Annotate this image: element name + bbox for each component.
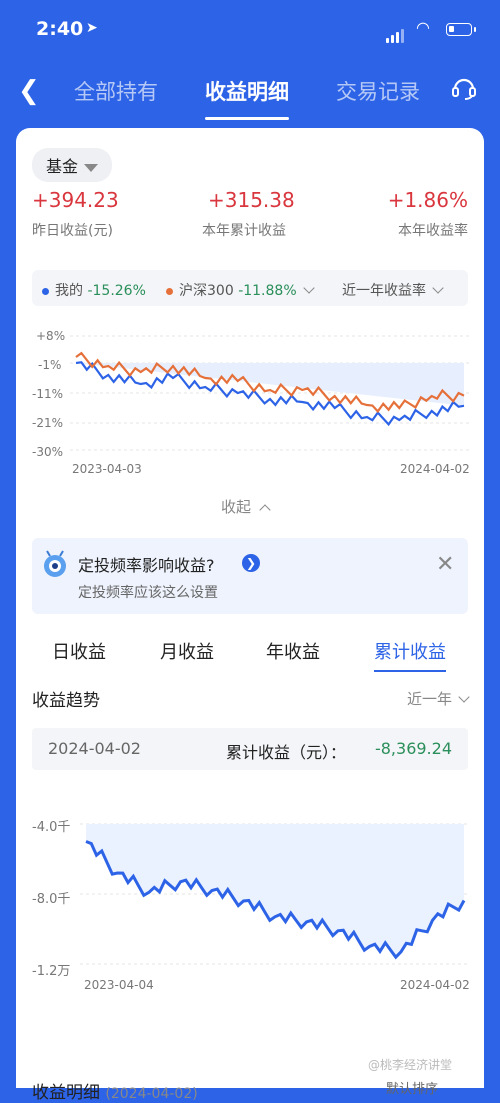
y-tick: -4.0千 [32,820,71,835]
mine-label: 我的 [55,283,83,299]
yesterday-income-value: +394.23 [32,188,119,212]
chevron-down-icon [458,691,470,703]
return-compare-chart[interactable] [70,328,470,458]
ytd-return-label: 本年收益率 [398,223,468,239]
back-button[interactable]: ❮ [18,76,40,106]
bench-label: 沪深300 [179,283,234,299]
trend-title: 收益趋势 [32,691,100,711]
arrow-right-icon[interactable]: ❯ [242,554,260,572]
y-tick: -1.2万 [32,964,71,979]
y-tick: -8.0千 [32,892,71,907]
tab-cumulative[interactable]: 累计收益 [374,638,446,672]
x-tick-start: 2023-04-03 [72,462,142,476]
y-tick: -1% [38,358,62,372]
chevron-up-icon [259,504,271,516]
close-icon[interactable]: ✕ [436,552,454,577]
period-return-selector[interactable]: 近一年收益率 [342,280,444,300]
watermark: @桃李经济讲堂 [368,1058,453,1072]
bench-dot-icon [166,287,173,295]
collapse-button[interactable]: 收起 [221,496,271,517]
mine-value: -15.26% [87,283,146,299]
trend-range-label: 近一年 [406,690,452,708]
period-return-label: 近一年收益率 [342,283,426,299]
banner-title: 定投频率影响收益? [78,556,215,575]
tooltip-box: 2024-04-02 累计收益（元）： -8,369.24 [32,728,468,770]
tab-monthly[interactable]: 月收益 [160,638,214,664]
battery-icon [446,23,476,36]
mascot-icon [44,550,66,577]
status-time: 2:40 [36,18,84,40]
x-tick-start: 2023-04-04 [84,978,154,992]
tooltip-label: 累计收益（元）： [226,743,347,762]
tooltip-value: -8,369.24 [374,739,452,758]
content-card: 基金 +394.23 昨日收益(元) +315.38 本年累计收益 +1.86%… [16,128,484,1103]
bench-value: -11.88% [238,283,297,299]
x-tick-end: 2024-04-02 [400,462,470,476]
detail-date: (2024-04-02) [105,1086,198,1102]
caret-down-icon [84,163,99,172]
tab-income-detail[interactable]: 收益明细 [205,76,289,120]
wifi-icon: ◠ [416,18,430,37]
x-tick-end: 2024-04-02 [400,978,470,992]
y-tick: -11% [32,387,64,401]
tab-all-holdings[interactable]: 全部持有 [74,76,158,106]
fund-filter-dropdown[interactable]: 基金 [32,148,113,182]
banner-subtitle: 定投频率应该这么设置 [78,585,218,601]
ytd-income-value: +315.38 [208,188,295,212]
trend-range-selector[interactable]: 近一年 [406,688,470,709]
yesterday-income-label: 昨日收益(元) [32,223,113,239]
y-tick: -30% [32,445,64,459]
mine-dot-icon [42,287,49,295]
top-nav: ❮ 全部持有 收益明细 交易记录 [0,62,500,120]
detail-title-text: 收益明细 [32,1083,100,1103]
compare-legend: 我的 -15.26% 沪深300 -11.88% 近一年收益率 [32,270,468,306]
tooltip-date: 2024-04-02 [48,739,141,758]
collapse-label: 收起 [221,498,252,516]
ytd-return-value: +1.86% [387,188,468,212]
y-tick: +8% [36,329,66,343]
signal-icon [386,24,406,43]
tab-trade-records[interactable]: 交易记录 [336,76,420,106]
sort-button[interactable]: 默认排序 [386,1078,438,1097]
tip-banner[interactable]: 定投频率影响收益? ❯ 定投频率应该这么设置 ✕ [32,538,468,614]
customer-service-icon[interactable] [450,74,478,102]
location-icon: ➤ [86,20,98,36]
fund-filter-label: 基金 [46,157,79,176]
y-tick: -21% [32,416,64,430]
tab-daily[interactable]: 日收益 [52,638,106,664]
ytd-income-label: 本年累计收益 [202,223,286,239]
benchmark-selector[interactable]: 沪深300 -11.88% [166,280,315,300]
chevron-down-icon [432,282,444,294]
legend-mine: 我的 -15.26% [42,280,146,300]
tab-yearly[interactable]: 年收益 [266,638,320,664]
status-bar: 2:40 ➤ ◠ [0,0,500,62]
cumulative-income-chart[interactable] [80,820,470,970]
chevron-down-icon [302,282,315,294]
